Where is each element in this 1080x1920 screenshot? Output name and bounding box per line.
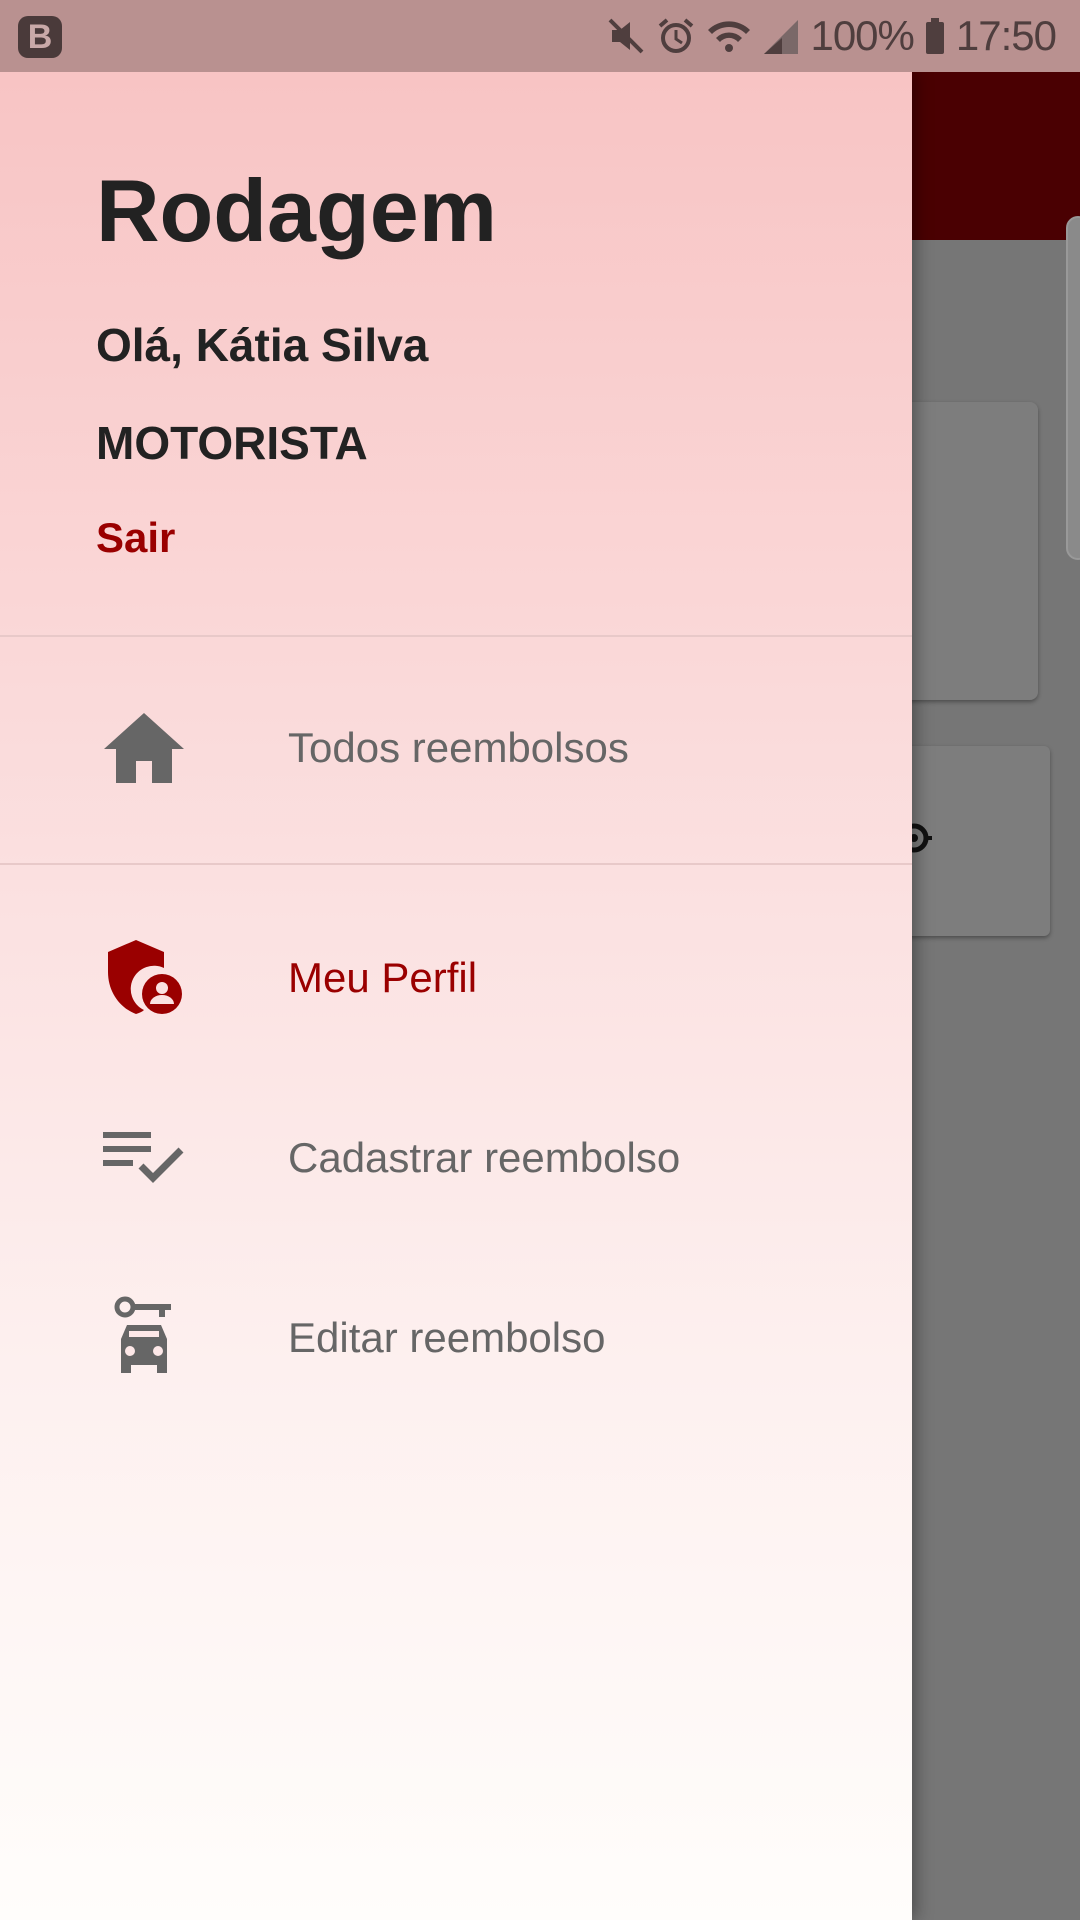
battery-percentage: 100% [810, 12, 914, 59]
divider [0, 863, 912, 865]
playlist-check-icon [98, 1112, 190, 1204]
app-title: Rodagem [96, 161, 497, 260]
mute-icon [606, 16, 646, 56]
user-greeting: Olá, Kátia Silva [96, 319, 429, 371]
menu-item-label: Cadastrar reembolso [288, 1134, 681, 1181]
signal-icon [762, 16, 800, 56]
divider [0, 635, 912, 637]
battery-icon [924, 16, 946, 56]
user-role: MOTORISTA [96, 417, 368, 469]
navigation-drawer: Rodagem Olá, Kátia Silva MOTORISTA Sair … [0, 72, 912, 1920]
menu-item-todos-reembolsos[interactable]: Todos reembolsos [0, 678, 912, 818]
clock: 17:50 [955, 12, 1057, 59]
menu-item-label: Editar reembolso [288, 1314, 606, 1361]
shield-account-icon [98, 932, 190, 1024]
menu-item-label: Todos reembolsos [288, 724, 629, 771]
status-bar: B 100% 17:50 [0, 0, 1080, 72]
drawer-header: Rodagem Olá, Kátia Silva MOTORISTA Sair [0, 72, 912, 636]
menu-item-cadastrar-reembolso[interactable]: Cadastrar reembolso [0, 1088, 912, 1228]
menu-item-editar-reembolso[interactable]: Editar reembolso [0, 1268, 912, 1408]
alarm-icon [656, 16, 696, 56]
home-icon [98, 702, 190, 794]
menu-item-label: Meu Perfil [288, 954, 478, 1001]
wifi-icon [706, 16, 752, 56]
logout-link[interactable]: Sair [96, 514, 175, 562]
menu-item-meu-perfil[interactable]: Meu Perfil [0, 908, 912, 1048]
notification-app-icon: B [18, 16, 62, 58]
car-key-icon [98, 1292, 190, 1384]
side-handle [1066, 216, 1080, 560]
status-icons: 100% 17:50 [606, 8, 1057, 64]
